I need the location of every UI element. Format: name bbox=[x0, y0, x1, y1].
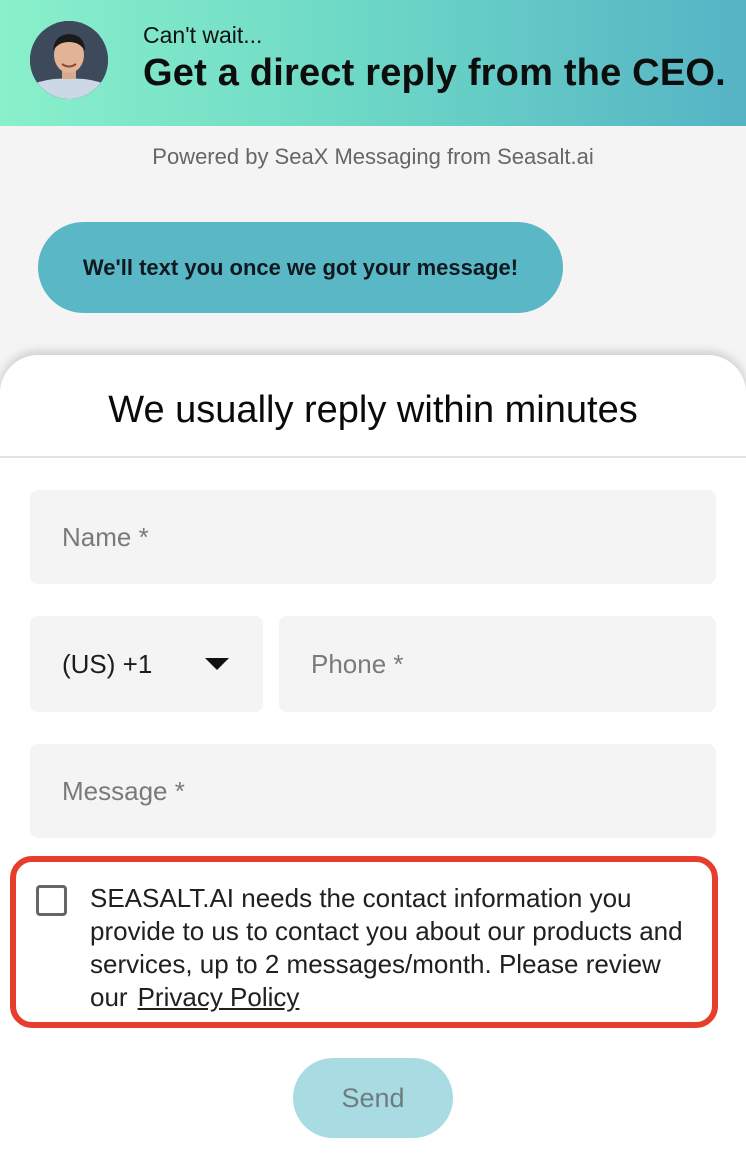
message-input[interactable]: Message * bbox=[30, 744, 716, 838]
chat-bubble: We'll text you once we got your message! bbox=[38, 222, 563, 313]
header-banner: Can't wait... Get a direct reply from th… bbox=[0, 0, 746, 126]
country-code-select[interactable]: (US) +1 bbox=[30, 616, 263, 712]
phone-placeholder: Phone * bbox=[311, 648, 404, 679]
header-title: Get a direct reply from the CEO. bbox=[143, 52, 726, 94]
chat-bubble-text: We'll text you once we got your message! bbox=[82, 254, 519, 280]
send-button[interactable]: Send bbox=[293, 1058, 453, 1138]
divider bbox=[0, 456, 746, 458]
header-subtitle: Can't wait... bbox=[143, 22, 263, 48]
message-placeholder: Message * bbox=[62, 775, 185, 806]
consent-checkbox[interactable] bbox=[36, 885, 67, 916]
powered-by-text: Powered by SeaX Messaging from Seasalt.a… bbox=[152, 144, 594, 169]
caret-down-icon bbox=[205, 658, 229, 670]
contact-form-card: We usually reply within minutes Name * (… bbox=[0, 355, 746, 1175]
name-input[interactable]: Name * bbox=[30, 490, 716, 584]
name-placeholder: Name * bbox=[62, 521, 149, 552]
send-button-label: Send bbox=[341, 1082, 405, 1113]
consent-section: SEASALT.AI needs the contact information… bbox=[10, 856, 718, 1028]
country-code-value: (US) +1 bbox=[62, 648, 153, 679]
phone-input[interactable]: Phone * bbox=[279, 616, 716, 712]
form-title: We usually reply within minutes bbox=[108, 389, 638, 431]
consent-text: SEASALT.AI needs the contact information… bbox=[90, 882, 702, 1014]
ceo-avatar bbox=[30, 21, 108, 99]
privacy-policy-link[interactable]: Privacy Policy bbox=[138, 982, 300, 1012]
